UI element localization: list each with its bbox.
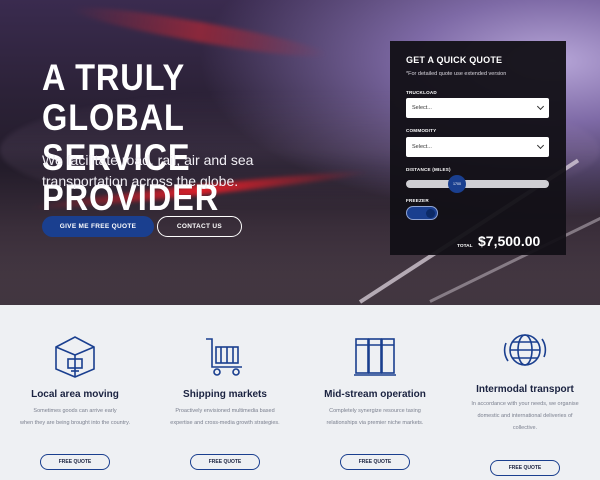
total-label: TOTAL	[457, 244, 473, 249]
feature-title: Shipping markets	[183, 389, 267, 400]
feature-description-line: In accordance with your needs, we organi…	[471, 401, 579, 407]
cart-icon	[206, 338, 242, 376]
containers-icon	[354, 338, 396, 376]
distance-slider-track[interactable]	[406, 180, 549, 188]
contact-us-button[interactable]: CONTACT US	[157, 216, 242, 237]
truckload-select[interactable]: Select...	[406, 98, 549, 118]
feature-description: Sometimes goods can arrive early when th…	[0, 405, 150, 429]
feature-description-line: relationships via premier niche markets.	[326, 420, 424, 426]
chevron-down-icon	[536, 141, 545, 150]
globe-icon	[503, 334, 547, 366]
feature-description-line: when they are being brought into the cou…	[20, 420, 130, 426]
box-icon	[55, 336, 95, 378]
hero-subtitle: We facilitate road, rail, air and sea tr…	[42, 150, 302, 192]
freezer-label: FREEZER	[406, 198, 429, 203]
quick-quote-panel: GET A QUICK QUOTE *For detailed quote us…	[390, 41, 566, 255]
freezer-toggle[interactable]	[406, 206, 438, 220]
free-quote-button[interactable]: FREE QUOTE	[40, 454, 110, 470]
free-quote-button[interactable]: FREE QUOTE	[190, 454, 260, 470]
feature-description: In accordance with your needs, we organi…	[450, 398, 600, 434]
feature-description: Completely synergize resource taxing rel…	[300, 405, 450, 429]
distance-label: DISTANCE (MILES)	[406, 167, 451, 172]
total-value: $7,500.00	[478, 233, 541, 249]
hero-subtitle-line: transportation across the globe.	[42, 173, 239, 189]
feature-description-line: Proactively envisioned multimedia based	[175, 408, 275, 414]
feature-title: Mid-stream operation	[324, 389, 426, 400]
commodity-label: COMMODITY	[406, 128, 437, 133]
hero-title-line: A TRULY GLOBAL	[42, 57, 185, 138]
free-quote-button[interactable]: GIVE ME FREE QUOTE	[42, 216, 154, 237]
feature-description-line: Sometimes goods can arrive early	[33, 408, 117, 414]
hero-title: A TRULY GLOBAL SERVICE PROVIDER	[42, 58, 332, 218]
hero-subtitle-line: We facilitate road, rail, air and sea	[42, 152, 254, 168]
toggle-knob	[426, 209, 435, 218]
feature-description-line: collective.	[512, 425, 538, 431]
free-quote-button[interactable]: FREE QUOTE	[490, 460, 560, 476]
commodity-select[interactable]: Select...	[406, 137, 549, 157]
feature-description-line: Completely synergize resource taxing	[329, 408, 421, 414]
feature-description-line: expertise and cross-media growth strateg…	[170, 420, 280, 426]
free-quote-button[interactable]: FREE QUOTE	[340, 454, 410, 470]
background-light-streak	[70, 0, 330, 65]
truckload-label: TRUCKLOAD	[406, 90, 437, 95]
features-section: Local area moving Sometimes goods can ar…	[0, 305, 600, 480]
feature-title: Local area moving	[31, 389, 119, 400]
feature-title: Intermodal transport	[476, 384, 574, 395]
quote-panel-title: GET A QUICK QUOTE	[406, 55, 503, 65]
distance-slider-handle[interactable]: 1700	[448, 175, 466, 193]
truckload-select-value: Select...	[412, 105, 432, 111]
quote-panel-note: *For detailed quote use extended version	[406, 71, 507, 77]
feature-description: Proactively envisioned multimedia based …	[150, 405, 300, 429]
feature-description-line: domestic and international deliveries of	[477, 413, 573, 419]
hero-section: A TRULY GLOBAL SERVICE PROVIDER We facil…	[0, 0, 600, 305]
commodity-select-value: Select...	[412, 144, 432, 150]
chevron-down-icon	[536, 102, 545, 111]
